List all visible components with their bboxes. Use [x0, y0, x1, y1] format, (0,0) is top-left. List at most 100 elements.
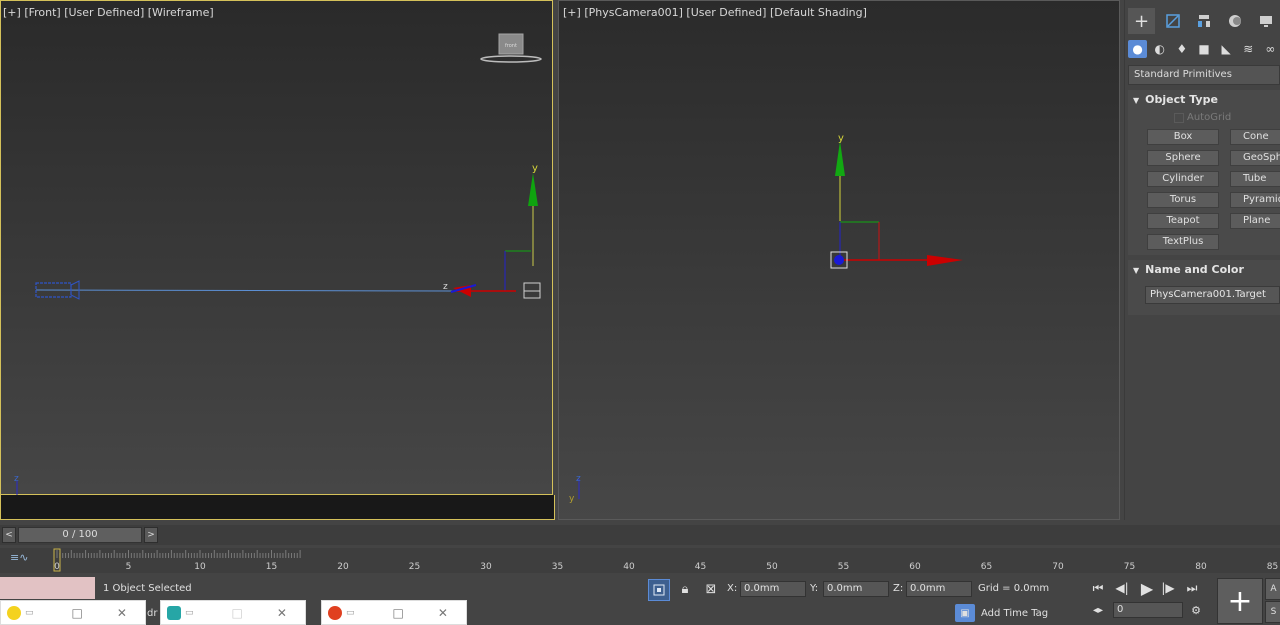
- add-time-tag-button[interactable]: Add Time Tag: [981, 608, 1048, 619]
- ruler-tick-label: 80: [1195, 562, 1207, 572]
- play-icon[interactable]: ▶: [1137, 577, 1157, 599]
- name-color-header[interactable]: ▼ Name and Color: [1133, 263, 1244, 276]
- front-viewport[interactable]: [+] [Front] [User Defined] [Wireframe] f…: [0, 0, 553, 496]
- time-config-icon[interactable]: ◂▸: [1089, 602, 1107, 618]
- teapot-button[interactable]: Teapot: [1147, 213, 1219, 229]
- create-tab-icon[interactable]: +: [1128, 8, 1156, 34]
- shapes-category-icon[interactable]: ◐: [1150, 40, 1169, 58]
- ruler-tick-label: 70: [1052, 562, 1064, 572]
- front-scene: y z z: [14, 163, 541, 496]
- 3dsmax-icon: [167, 605, 181, 620]
- collapse-icon: ▼: [1133, 266, 1140, 275]
- close-icon[interactable]: ✕: [117, 606, 127, 620]
- plane-button[interactable]: Plane: [1230, 213, 1280, 229]
- systems-category-icon[interactable]: ∞: [1261, 40, 1280, 58]
- time-tag-icon[interactable]: ▣: [955, 604, 975, 622]
- gizmo-z-label: z: [443, 282, 448, 292]
- window-icon: ▭: [185, 607, 194, 618]
- tube-button[interactable]: Tube: [1230, 171, 1280, 187]
- go-to-start-icon[interactable]: ⏮︎: [1089, 579, 1107, 597]
- ruler-tick-label: 35: [552, 562, 563, 572]
- recorder-icon: [328, 605, 342, 620]
- geosphere-button[interactable]: GeoSphere: [1230, 150, 1280, 166]
- set-key-button[interactable]: +: [1217, 578, 1263, 624]
- modify-tab-icon[interactable]: [1159, 8, 1186, 34]
- set-key-mode-button[interactable]: S: [1265, 601, 1280, 623]
- grid-size: Grid = 0.0mm: [978, 583, 1050, 594]
- auto-key-button[interactable]: A: [1265, 578, 1280, 600]
- y-label: Y:: [810, 583, 819, 594]
- z-label: Z:: [893, 583, 904, 594]
- current-frame-field[interactable]: 0: [1113, 602, 1183, 618]
- go-to-end-icon[interactable]: ⏭︎: [1183, 579, 1201, 597]
- maximize-icon[interactable]: □: [232, 606, 243, 620]
- ruler-tick-label: 85: [1267, 562, 1278, 572]
- display-tab-icon[interactable]: [1253, 8, 1280, 34]
- close-icon[interactable]: ✕: [277, 606, 287, 620]
- primitive-type-dropdown[interactable]: Standard Primitives: [1128, 65, 1280, 85]
- command-panel-tabs: +: [1124, 8, 1280, 36]
- previous-frame-icon[interactable]: ◀|: [1113, 579, 1131, 597]
- object-type-rollout: ▼ Object Type AutoGrid Box Cone Sphere Ge…: [1128, 90, 1280, 255]
- ruler-tick-label: 75: [1124, 562, 1135, 572]
- ruler-tick-label: 45: [695, 562, 706, 572]
- z-coordinate-field[interactable]: 0.0mm: [906, 581, 972, 597]
- taskbar-item-3dsmax[interactable]: ▭ □ ✕: [160, 600, 306, 625]
- cone-button[interactable]: Cone: [1230, 129, 1280, 145]
- ruler-tick-label: 30: [480, 562, 492, 572]
- hierarchy-tab-icon[interactable]: [1190, 8, 1217, 34]
- ruler-tick-label: 55: [838, 562, 849, 572]
- ruler-tick-label: 5: [126, 562, 132, 572]
- ruler-tick-label: 15: [266, 562, 277, 572]
- motion-tab-icon[interactable]: [1222, 8, 1249, 34]
- x-coordinate-field[interactable]: 0.0mm: [740, 581, 806, 597]
- pyramid-button[interactable]: Pyramid: [1230, 192, 1280, 208]
- front-viewport-footer: [0, 495, 555, 520]
- time-prev-button[interactable]: <: [2, 527, 16, 543]
- cylinder-button[interactable]: Cylinder: [1147, 171, 1219, 187]
- lock-icon[interactable]: 🔒︎: [676, 579, 694, 599]
- object-type-header[interactable]: ▼ Object Type: [1133, 93, 1218, 106]
- key-filters-icon[interactable]: ⚙: [1187, 602, 1205, 618]
- ruler-tick-label: 40: [623, 562, 635, 572]
- sphere-button[interactable]: Sphere: [1147, 150, 1219, 166]
- ruler-tick-label: 60: [909, 562, 921, 572]
- maximize-icon[interactable]: □: [393, 606, 404, 620]
- close-icon[interactable]: ✕: [438, 606, 448, 620]
- ruler-tick-label: 50: [766, 562, 778, 572]
- window-icon: ▭: [25, 607, 34, 618]
- lights-category-icon[interactable]: ♦: [1172, 40, 1191, 58]
- corner-z-label: z: [14, 474, 19, 484]
- taskbar-item-recorder[interactable]: ▭ □ ✕: [321, 600, 467, 625]
- ruler-tick-label: 20: [337, 562, 349, 572]
- category-row: ● ◐ ♦ ■ ◣ ≋ ∞: [1128, 40, 1280, 60]
- camera-scene: y z y: [569, 133, 963, 504]
- camera-viewport[interactable]: [+] [PhysCamera001] [User Defined] [Defa…: [558, 0, 1120, 520]
- absolute-mode-icon[interactable]: ⊠: [702, 579, 720, 599]
- smiley-icon: [7, 605, 21, 620]
- cameras-category-icon[interactable]: ■: [1194, 40, 1213, 58]
- box-button[interactable]: Box: [1147, 129, 1219, 145]
- maximize-icon[interactable]: □: [72, 606, 83, 620]
- spacewarps-category-icon[interactable]: ≋: [1239, 40, 1258, 58]
- gizmo-y-label: y: [532, 163, 538, 174]
- next-frame-icon[interactable]: |▶: [1159, 579, 1177, 597]
- camera-corner-y-label: y: [569, 494, 575, 504]
- time-slider-thumb[interactable]: 0 / 100: [18, 527, 142, 543]
- time-next-button[interactable]: >: [144, 527, 158, 543]
- y-coordinate-field[interactable]: 0.0mm: [823, 581, 889, 597]
- maxscript-listener[interactable]: [0, 577, 95, 599]
- window-icon: ▭: [346, 607, 355, 618]
- autogrid-checkbox[interactable]: AutoGrid: [1174, 112, 1231, 123]
- object-name-field[interactable]: PhysCamera001.Target: [1145, 286, 1280, 304]
- helpers-category-icon[interactable]: ◣: [1217, 40, 1236, 58]
- ruler-tick-label: 10: [194, 562, 206, 572]
- textplus-button[interactable]: TextPlus: [1147, 234, 1219, 250]
- taskbar-item-emoji[interactable]: ▭ □ ✕: [0, 600, 146, 625]
- torus-button[interactable]: Torus: [1147, 192, 1219, 208]
- selection-lock-icon[interactable]: [648, 579, 670, 601]
- geometry-category-icon[interactable]: ●: [1128, 40, 1148, 58]
- track-ruler: 0 5 10 15 20 25 30 35 40 45 50 55 60 65 70 75 80 85: [53, 548, 1278, 572]
- checkbox-icon: [1174, 112, 1184, 123]
- partial-label: dr: [147, 608, 158, 619]
